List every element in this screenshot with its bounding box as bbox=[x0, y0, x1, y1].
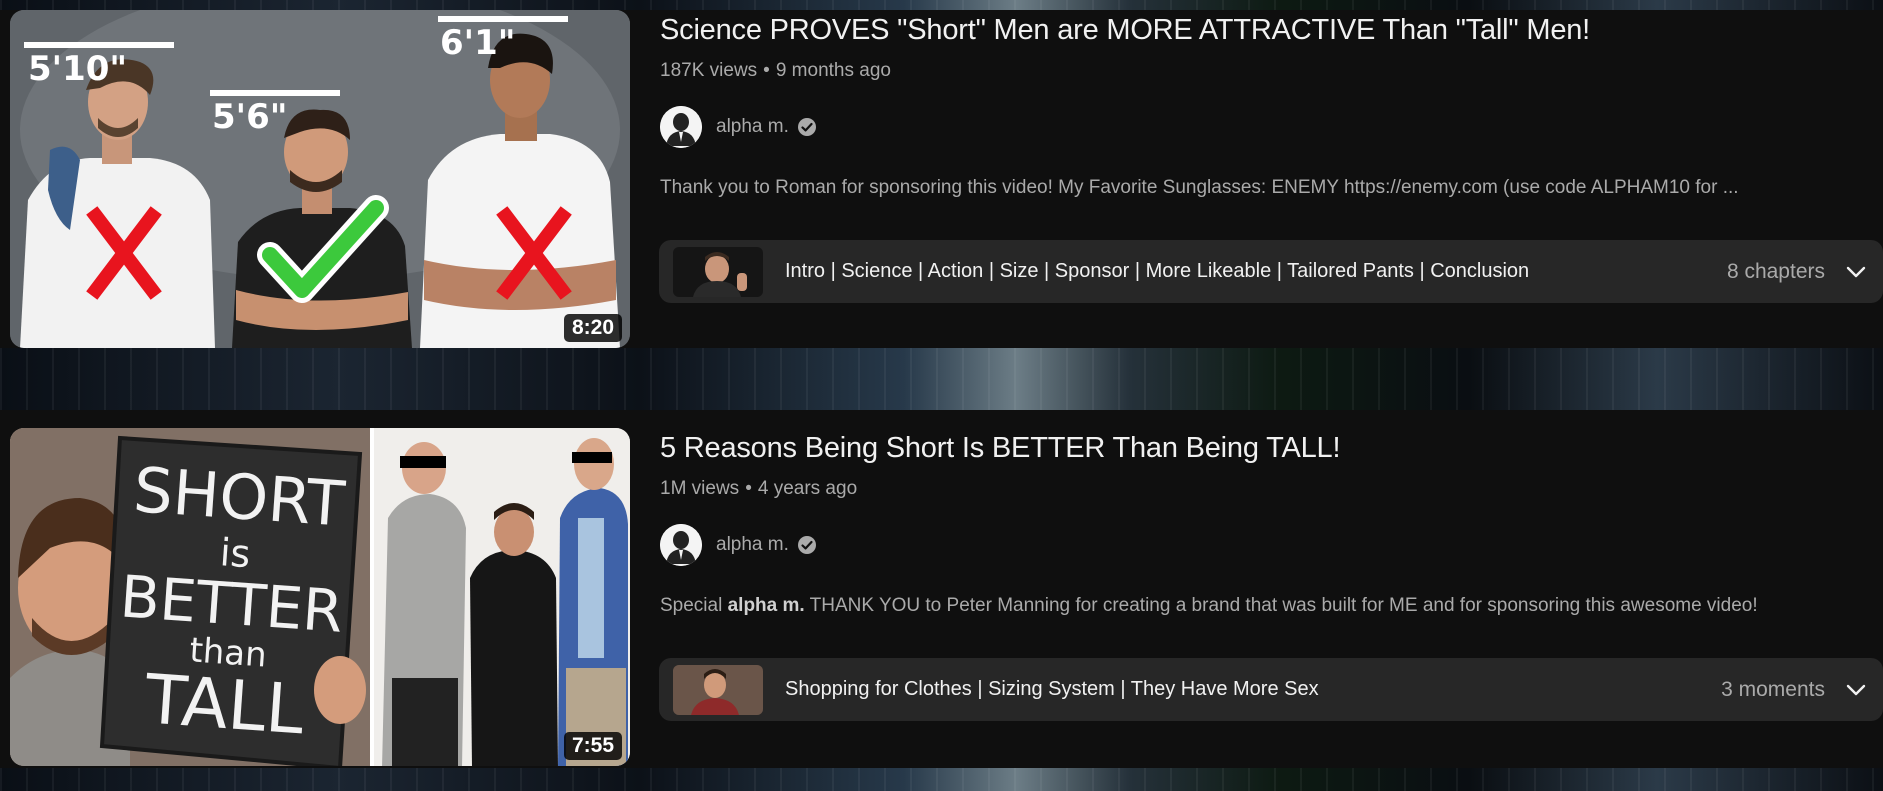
background-strip-top bbox=[0, 0, 1883, 10]
separator-dot: • bbox=[763, 60, 770, 81]
chevron-down-icon[interactable] bbox=[1843, 677, 1869, 703]
chapters-list-text: Intro | Science | Action | Size | Sponso… bbox=[785, 260, 1530, 282]
chapters-bar[interactable]: Shopping for Clothes | Sizing System | T… bbox=[659, 658, 1883, 721]
video-description-snippet: Special alpha m. THANK YOU to Peter Mann… bbox=[660, 595, 1758, 617]
video-result-1[interactable]: 5'10" 5'6" 6'1" 8:20 Science PROVES "Sho bbox=[0, 10, 1883, 348]
view-count: 1M views bbox=[660, 478, 740, 499]
upload-age: 9 months ago bbox=[775, 60, 891, 81]
video-thumbnail-2[interactable]: SHORT is BETTER than TALL 7:55 bbox=[10, 428, 630, 766]
verified-check-icon bbox=[797, 536, 816, 554]
chapter-thumbnail[interactable] bbox=[673, 664, 763, 715]
video-title-link[interactable]: 5 Reasons Being Short Is BETTER Than Bei… bbox=[660, 432, 1341, 465]
channel-avatar[interactable] bbox=[660, 106, 702, 148]
channel-name[interactable]: alpha m. bbox=[716, 116, 789, 138]
video-thumbnail-1[interactable]: 5'10" 5'6" 6'1" 8:20 bbox=[10, 10, 630, 348]
chapters-count: 3 moments bbox=[1721, 677, 1825, 701]
channel-link[interactable]: alpha m. bbox=[660, 106, 817, 148]
channel-link[interactable]: alpha m. bbox=[660, 524, 817, 566]
chalkboard-sign: SHORT is BETTER than TALL bbox=[99, 435, 363, 766]
verified-check-icon bbox=[797, 118, 816, 136]
video-description-snippet: Thank you to Roman for sponsoring this v… bbox=[660, 177, 1739, 198]
height-label-right: 6'1" bbox=[440, 23, 515, 63]
chapters-bar[interactable]: Intro | Science | Action | Size | Sponso… bbox=[659, 240, 1883, 303]
video-metadata: 1M views • 4 years ago bbox=[660, 478, 857, 500]
video-duration-badge: 7:55 bbox=[563, 732, 622, 760]
channel-name[interactable]: alpha m. bbox=[716, 534, 789, 556]
chapters-list-text: Shopping for Clothes | Sizing System | T… bbox=[785, 678, 1319, 700]
separator-dot: • bbox=[745, 478, 752, 499]
description-prefix: Special bbox=[660, 595, 728, 616]
thumbnail-2-art: SHORT is BETTER than TALL bbox=[10, 428, 630, 766]
height-label-left: 5'10" bbox=[28, 49, 127, 89]
chapter-thumbnail-art bbox=[673, 664, 763, 715]
video-result-2[interactable]: SHORT is BETTER than TALL 7:55 5 Reasons… bbox=[0, 428, 1883, 768]
video-duration-badge: 8:20 bbox=[563, 314, 622, 342]
background-strip-bottom bbox=[0, 768, 1883, 791]
sign-line-short: SHORT bbox=[131, 453, 348, 541]
description-rest: THANK YOU to Peter Manning for creating … bbox=[804, 595, 1758, 616]
upload-age: 4 years ago bbox=[757, 478, 858, 499]
thumbnail-1-art: 5'10" 5'6" 6'1" bbox=[10, 10, 630, 348]
channel-avatar[interactable] bbox=[660, 524, 702, 566]
description-channel-mention: alpha m. bbox=[727, 595, 805, 616]
chapter-thumbnail-art bbox=[673, 246, 763, 297]
view-count: 187K views bbox=[660, 60, 758, 81]
height-label-middle: 5'6" bbox=[212, 97, 287, 137]
chevron-down-icon[interactable] bbox=[1843, 259, 1869, 285]
video-metadata: 187K views • 9 months ago bbox=[660, 60, 891, 82]
video-title-link[interactable]: Science PROVES "Short" Men are MORE ATTR… bbox=[660, 14, 1590, 47]
background-strip-middle bbox=[0, 348, 1883, 410]
chapters-count: 8 chapters bbox=[1726, 259, 1825, 283]
channel-avatar-art bbox=[660, 524, 702, 566]
sign-line-tall: TALL bbox=[142, 660, 307, 750]
channel-avatar-art bbox=[660, 106, 702, 148]
chapter-thumbnail[interactable] bbox=[673, 246, 763, 297]
